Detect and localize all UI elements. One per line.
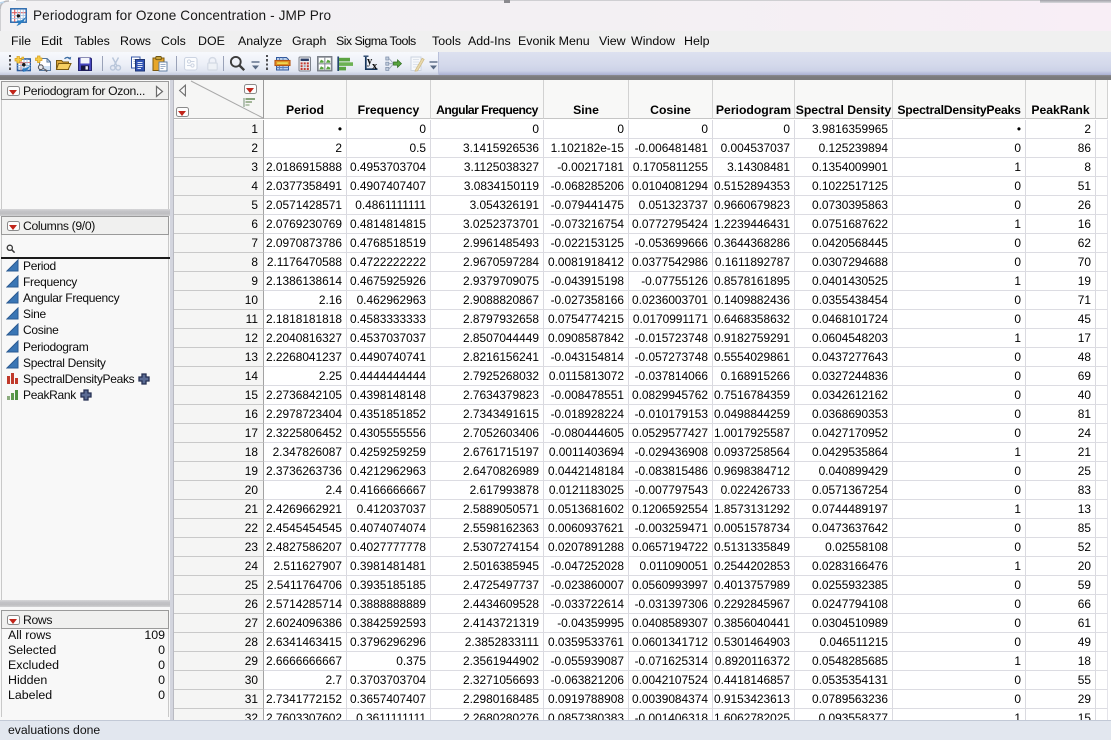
svg-text:x: x — [372, 61, 378, 72]
